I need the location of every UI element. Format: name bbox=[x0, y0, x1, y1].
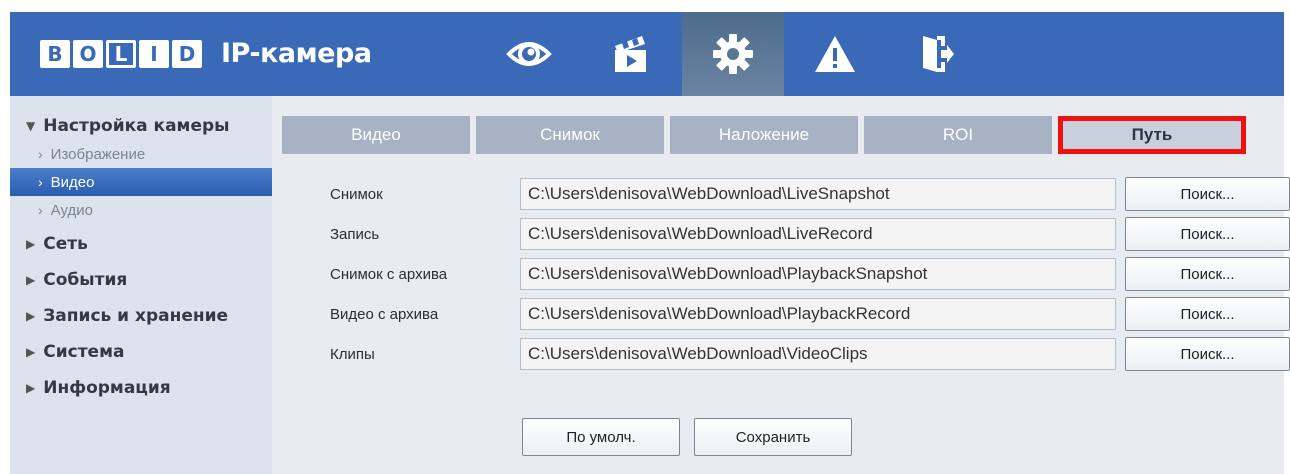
chevron-right-icon: › bbox=[38, 202, 43, 218]
sidebar-item-label: Видео bbox=[50, 173, 95, 191]
path-field[interactable]: C:\Users\denisova\WebDownload\VideoClips bbox=[520, 338, 1116, 370]
path-label: Снимок с архива bbox=[330, 265, 448, 283]
path-field[interactable]: C:\Users\denisova\WebDownload\LiveRecord bbox=[520, 218, 1116, 250]
collapsed-triangle-icon: ▶ bbox=[26, 309, 36, 323]
default-button[interactable]: По умолч. bbox=[522, 418, 680, 456]
browse-button[interactable]: Поиск... bbox=[1125, 217, 1290, 251]
sidebar-item-image[interactable]: › Изображение bbox=[10, 140, 272, 168]
form-actions: По умолч. Сохранить bbox=[522, 418, 866, 456]
sidebar-group-network[interactable]: ▶ Сеть bbox=[10, 230, 272, 258]
product-title: IP-камера bbox=[221, 38, 372, 69]
brand-logo: B O L I D bbox=[40, 39, 205, 68]
browse-button[interactable]: Поиск... bbox=[1125, 297, 1290, 331]
brand-letter: B bbox=[40, 39, 70, 68]
sidebar-item-label: Аудио bbox=[50, 201, 93, 219]
sidebar-group-camera[interactable]: ▼ Настройка камеры bbox=[10, 112, 272, 140]
sidebar-group-events[interactable]: ▶ События bbox=[10, 266, 272, 294]
collapsed-triangle-icon: ▶ bbox=[26, 237, 36, 251]
expanded-triangle-icon: ▼ bbox=[26, 119, 36, 133]
path-label: Клипы bbox=[330, 345, 375, 363]
path-field[interactable]: C:\Users\denisova\WebDownload\LiveSnapsh… bbox=[520, 178, 1116, 210]
nav-playback[interactable] bbox=[580, 12, 682, 96]
tab-video[interactable]: Видео bbox=[282, 116, 470, 154]
brand-letter: L bbox=[106, 39, 136, 68]
nav-logout[interactable] bbox=[886, 12, 988, 96]
sidebar-group-label: Информация bbox=[43, 378, 171, 398]
eye-icon bbox=[506, 42, 552, 66]
tab-bar: Видео Снимок Наложение ROI Путь bbox=[282, 116, 1252, 154]
warning-icon bbox=[815, 36, 855, 72]
browse-button[interactable]: Поиск... bbox=[1125, 337, 1290, 371]
path-row-playback-record: Видео с архива C:\Users\denisova\WebDown… bbox=[330, 297, 1290, 331]
tab-roi[interactable]: ROI bbox=[864, 116, 1052, 154]
tab-overlay[interactable]: Наложение bbox=[670, 116, 858, 154]
sidebar-group-record-storage[interactable]: ▶ Запись и хранение bbox=[10, 302, 272, 330]
path-field[interactable]: C:\Users\denisova\WebDownload\PlaybackSn… bbox=[520, 258, 1116, 290]
logo: B O L I D IP-камера bbox=[40, 38, 372, 69]
sidebar-group-label: Настройка камеры bbox=[43, 116, 230, 136]
collapsed-triangle-icon: ▶ bbox=[26, 381, 36, 395]
sidebar: ▼ Настройка камеры › Изображение › Видео… bbox=[10, 96, 272, 474]
main-panel: Видео Снимок Наложение ROI Путь Снимок C… bbox=[272, 96, 1290, 474]
brand-letter: O bbox=[73, 39, 103, 68]
save-button[interactable]: Сохранить bbox=[694, 418, 852, 456]
sidebar-group-label: Система bbox=[43, 342, 125, 362]
path-field[interactable]: C:\Users\denisova\WebDownload\PlaybackRe… bbox=[520, 298, 1116, 330]
gear-icon bbox=[713, 34, 753, 74]
app-frame: B O L I D IP-камера ▼ Настройка камеры ›… bbox=[10, 12, 1290, 474]
nav-settings[interactable] bbox=[682, 12, 784, 96]
tab-path[interactable]: Путь bbox=[1058, 116, 1246, 154]
collapsed-triangle-icon: ▶ bbox=[26, 273, 36, 287]
path-label: Снимок bbox=[330, 185, 383, 203]
sidebar-group-label: Запись и хранение bbox=[43, 306, 229, 326]
browse-button[interactable]: Поиск... bbox=[1125, 177, 1290, 211]
sidebar-group-system[interactable]: ▶ Система bbox=[10, 338, 272, 366]
top-nav bbox=[478, 12, 988, 96]
clapperboard-icon bbox=[615, 36, 646, 72]
path-label: Видео с архива bbox=[330, 305, 439, 323]
header-bar: B O L I D IP-камера bbox=[10, 12, 1284, 96]
path-row-playback-snapshot: Снимок с архива C:\Users\denisova\WebDow… bbox=[330, 257, 1290, 291]
sidebar-item-label: Изображение bbox=[50, 145, 146, 163]
sidebar-item-audio[interactable]: › Аудио bbox=[10, 196, 272, 224]
nav-alarm[interactable] bbox=[784, 12, 886, 96]
nav-live-view[interactable] bbox=[478, 12, 580, 96]
chevron-right-icon: › bbox=[38, 174, 43, 190]
path-row-snapshot: Снимок C:\Users\denisova\WebDownload\Liv… bbox=[330, 177, 1290, 211]
sidebar-item-video[interactable]: › Видео bbox=[10, 168, 272, 196]
sidebar-group-info[interactable]: ▶ Информация bbox=[10, 374, 272, 402]
sidebar-group-label: Сеть bbox=[43, 234, 88, 254]
logout-icon bbox=[923, 36, 954, 72]
collapsed-triangle-icon: ▶ bbox=[26, 345, 36, 359]
sidebar-group-label: События bbox=[43, 270, 128, 290]
browse-button[interactable]: Поиск... bbox=[1125, 257, 1290, 291]
path-row-record: Запись C:\Users\denisova\WebDownload\Liv… bbox=[330, 217, 1290, 251]
path-row-clips: Клипы C:\Users\denisova\WebDownload\Vide… bbox=[330, 337, 1290, 371]
brand-letter: D bbox=[172, 39, 202, 68]
brand-letter: I bbox=[139, 39, 169, 68]
path-label: Запись bbox=[330, 225, 380, 243]
tab-snapshot[interactable]: Снимок bbox=[476, 116, 664, 154]
chevron-right-icon: › bbox=[38, 146, 43, 162]
